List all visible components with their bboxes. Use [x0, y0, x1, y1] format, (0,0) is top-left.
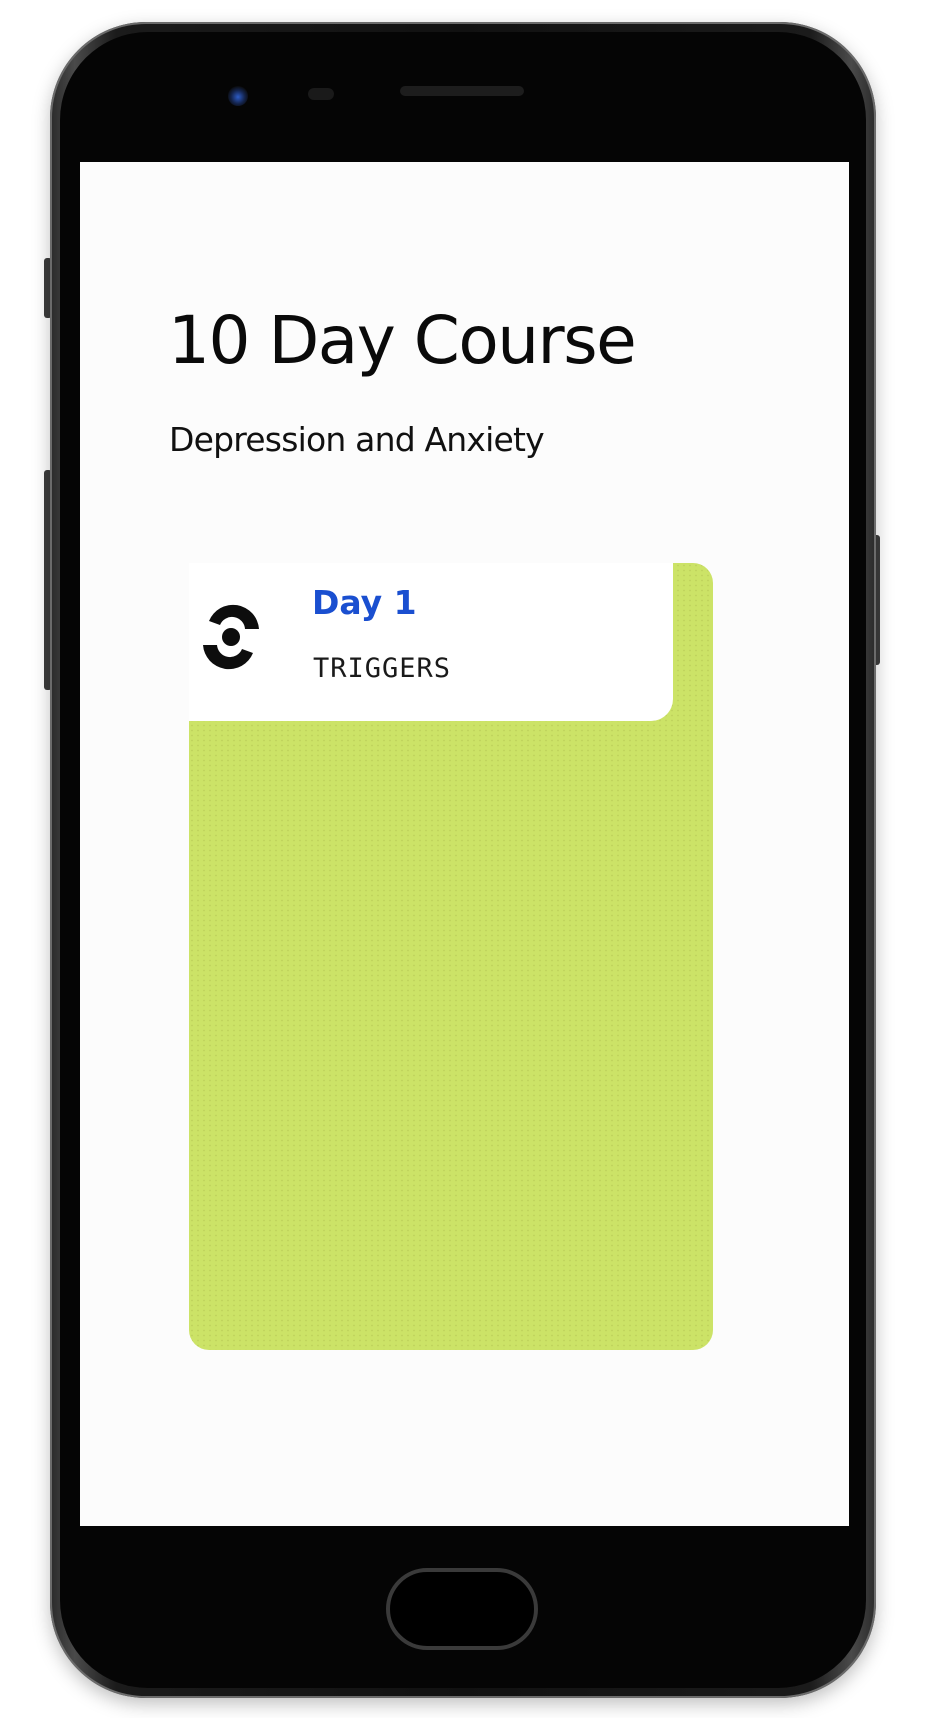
proximity-sensor: [308, 88, 334, 100]
lesson-card-header: Day 1 TRIGGERS: [189, 563, 673, 721]
target-swirl-icon: [203, 604, 259, 670]
stage: 10 Day Course Depression and Anxiety Day…: [0, 0, 936, 1718]
page-subtitle: Depression and Anxiety: [169, 420, 545, 459]
phone-screen: 10 Day Course Depression and Anxiety Day…: [80, 162, 849, 1526]
home-button[interactable]: [386, 1568, 538, 1650]
lesson-day-label: Day 1: [312, 583, 417, 622]
lesson-topic-label: TRIGGERS: [313, 653, 452, 684]
page-title: 10 Day Course: [168, 302, 637, 379]
front-camera: [228, 86, 248, 106]
lesson-card-day-1[interactable]: Day 1 TRIGGERS: [189, 563, 713, 1350]
earpiece-speaker: [400, 86, 524, 96]
